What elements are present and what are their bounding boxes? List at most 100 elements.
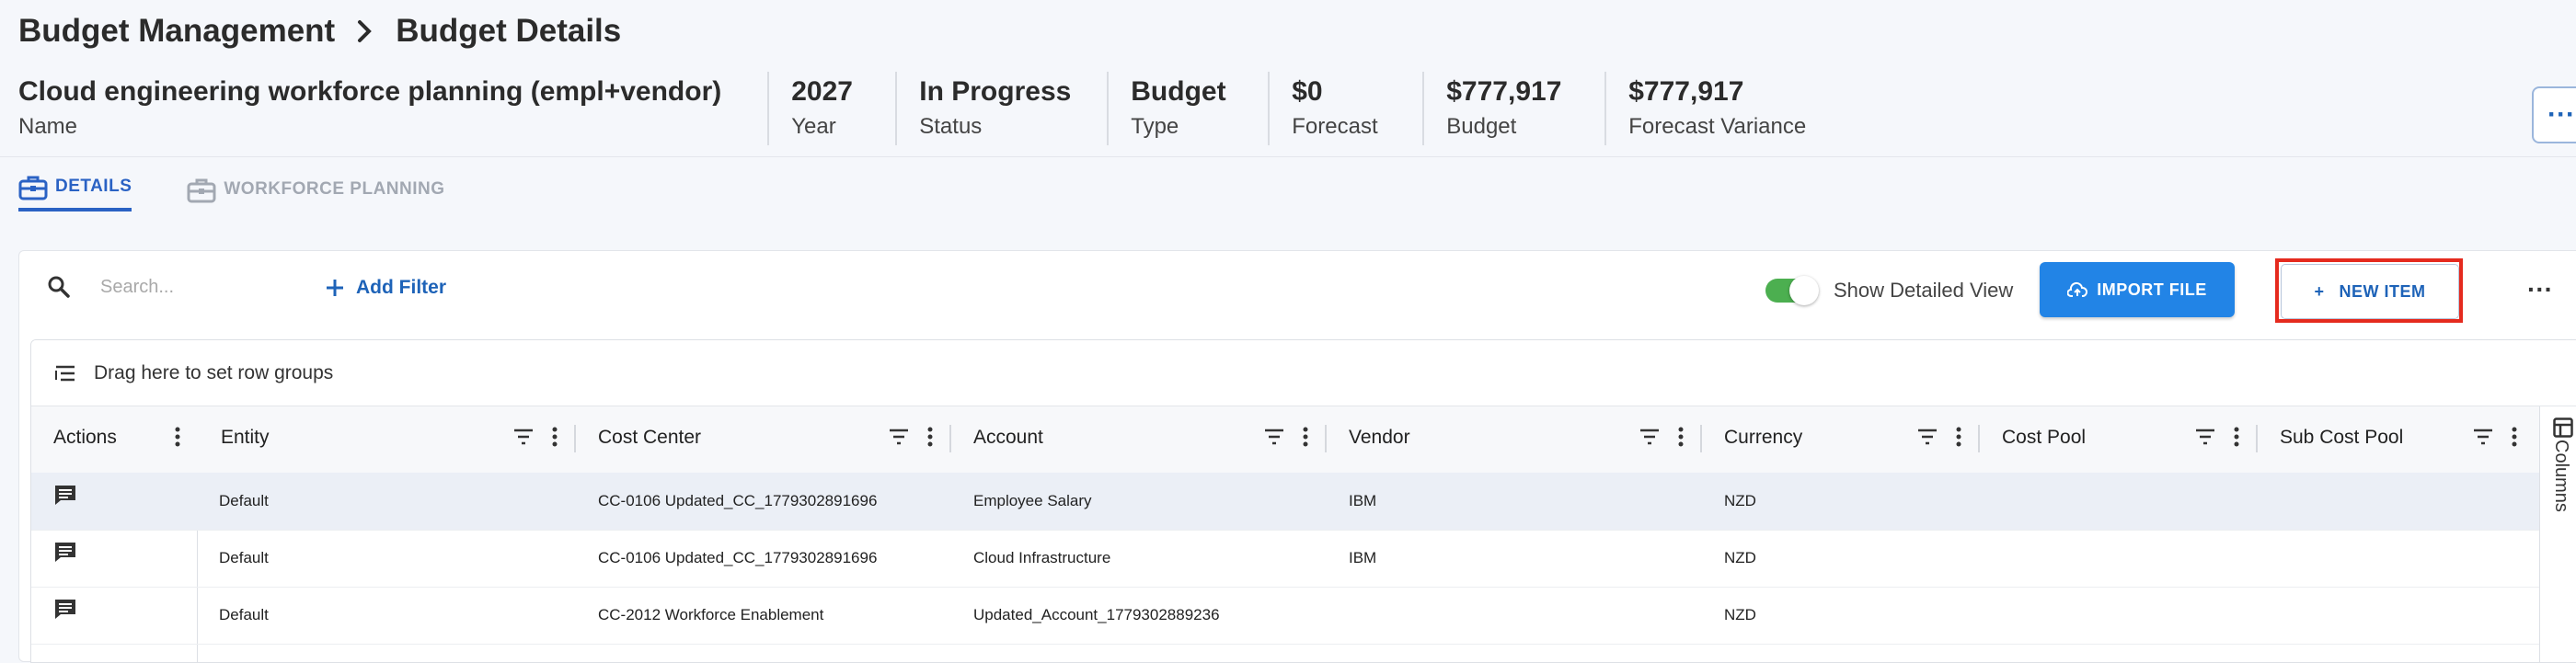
- more-options-button[interactable]: ···: [2522, 271, 2559, 308]
- cell-cost-center: CC-0106 Updated_CC_1779302891696: [598, 492, 878, 509]
- comment-icon[interactable]: [53, 484, 77, 510]
- row-group-icon: [55, 365, 75, 381]
- summary-label: Year: [791, 114, 836, 139]
- summary-year: 2027 Year: [767, 72, 895, 145]
- toggle-knob: [1789, 276, 1819, 305]
- column-menu-icon[interactable]: [927, 427, 933, 452]
- column-name: Sub Cost Pool: [2280, 427, 2404, 448]
- new-item-label: NEW ITEM: [2339, 281, 2426, 301]
- summary-value: 2027: [791, 76, 853, 107]
- tab-label: DETAILS: [55, 177, 132, 196]
- cell-vendor: IBM: [1349, 492, 1377, 509]
- tab-label: WORKFORCE PLANNING: [224, 179, 445, 199]
- summary-value: $777,917: [1446, 76, 1562, 107]
- cell-cost-center: CC-0106 Updated_CC_1779302891696: [598, 549, 878, 566]
- chevron-right-icon: [355, 19, 375, 43]
- summary-value: $0: [1292, 76, 1323, 107]
- filter-icon[interactable]: [1639, 429, 1660, 451]
- table-row[interactable]: Default CC-0106 Updated_CC_1779302891696…: [31, 473, 2576, 531]
- summary-value: In Progress: [919, 76, 1072, 107]
- more-horizontal-icon: ···: [2547, 99, 2575, 130]
- column-header-cost-center[interactable]: Cost Center: [576, 406, 949, 473]
- toggle-label: Show Detailed View: [1834, 279, 2014, 302]
- column-menu-icon[interactable]: [2234, 427, 2239, 452]
- filter-icon[interactable]: [889, 429, 909, 451]
- data-grid: Drag here to set row groups Actions Enti…: [30, 339, 2576, 663]
- column-header-actions[interactable]: Actions: [31, 406, 197, 473]
- column-header-account[interactable]: Account: [951, 406, 1325, 473]
- column-name: Actions: [53, 427, 117, 448]
- cell-account: Employee Salary: [973, 492, 1092, 509]
- cell-currency: NZD: [1724, 492, 1756, 509]
- summary-value: Budget: [1131, 76, 1226, 107]
- breadcrumb: Budget Management Budget Details: [18, 13, 621, 50]
- cell-account: Updated_Account_1779302889236: [973, 606, 1220, 623]
- briefcase-icon: [187, 178, 216, 203]
- column-menu-icon[interactable]: [1303, 427, 1308, 452]
- cell-currency: NZD: [1724, 606, 1756, 623]
- row-group-hint: Drag here to set row groups: [94, 361, 334, 383]
- column-header-entity[interactable]: Entity: [199, 406, 574, 473]
- breadcrumb-current: Budget Details: [396, 13, 622, 49]
- column-menu-icon[interactable]: [175, 427, 180, 452]
- detailed-view-toggle[interactable]: Show Detailed View: [1765, 276, 2014, 305]
- columns-side-panel-tab[interactable]: Columns: [2539, 406, 2576, 662]
- tab-details[interactable]: DETAILS: [18, 171, 132, 211]
- search-input[interactable]: [98, 275, 305, 299]
- comment-icon[interactable]: [53, 598, 77, 624]
- summary-value: Cloud engineering workforce planning (em…: [18, 76, 722, 107]
- summary-label: Forecast Variance: [1628, 114, 1807, 139]
- column-menu-icon[interactable]: [552, 427, 558, 452]
- filter-icon[interactable]: [513, 429, 534, 451]
- breadcrumb-parent[interactable]: Budget Management: [18, 13, 335, 50]
- filter-icon[interactable]: [1917, 429, 1938, 451]
- summary-value: $777,917: [1628, 76, 1744, 107]
- import-file-label: IMPORT FILE: [2097, 280, 2207, 299]
- columns-label: Columns: [2551, 440, 2571, 512]
- column-header-sub-cost-pool[interactable]: Sub Cost Pool: [2258, 406, 2534, 473]
- cell-vendor: IBM: [1349, 549, 1377, 566]
- search-icon: [48, 276, 70, 298]
- add-filter-button[interactable]: Add Filter: [325, 277, 446, 299]
- cell-entity: Default: [219, 492, 269, 509]
- row-group-drop-zone[interactable]: Drag here to set row groups: [31, 340, 2576, 406]
- header-more-button[interactable]: ···: [2532, 86, 2576, 143]
- cell-cost-center: CC-2012 Workforce Enablement: [598, 606, 824, 623]
- import-file-button[interactable]: IMPORT FILE: [2040, 262, 2235, 317]
- column-menu-icon[interactable]: [1678, 427, 1684, 452]
- summary-status: In Progress Status: [895, 72, 1107, 145]
- cell-entity: Default: [219, 606, 269, 623]
- more-horizontal-icon: ···: [2527, 275, 2553, 303]
- column-menu-icon[interactable]: [2512, 427, 2517, 452]
- summary-label: Type: [1131, 114, 1179, 139]
- grid-toolbar: Add Filter Show Detailed View IMPORT FIL…: [19, 251, 2576, 339]
- new-item-button[interactable]: + NEW ITEM: [2281, 264, 2459, 319]
- comment-icon[interactable]: [53, 541, 77, 567]
- search-box: [47, 275, 305, 299]
- add-filter-label: Add Filter: [356, 277, 446, 298]
- filter-icon[interactable]: [2473, 429, 2493, 451]
- summary-label: Status: [919, 114, 983, 139]
- column-menu-icon[interactable]: [1956, 427, 1961, 452]
- budget-summary: Cloud engineering workforce planning (em…: [18, 72, 1828, 145]
- filter-icon[interactable]: [1264, 429, 1284, 451]
- summary-label: Name: [18, 114, 78, 139]
- tab-workforce-planning[interactable]: WORKFORCE PLANNING: [187, 171, 444, 208]
- table-row[interactable]: Default CC-0106 Updated_CC_1779302891696…: [31, 530, 2576, 588]
- column-name: Vendor: [1349, 427, 1410, 448]
- summary-name: Cloud engineering workforce planning (em…: [18, 72, 767, 145]
- column-header-cost-pool[interactable]: Cost Pool: [1980, 406, 2256, 473]
- page-header: Budget Management Budget Details Cloud e…: [0, 0, 2576, 157]
- summary-label: Budget: [1446, 114, 1517, 139]
- cell-currency: NZD: [1724, 549, 1756, 566]
- table-row[interactable]: Default CC-2012 Workforce Enablement Upd…: [31, 587, 2576, 645]
- column-name: Cost Center: [598, 427, 702, 448]
- briefcase-icon: [18, 176, 48, 200]
- plus-icon: +: [2314, 281, 2325, 301]
- toggle-switch[interactable]: [1765, 276, 1819, 305]
- column-header-vendor[interactable]: Vendor: [1327, 406, 1700, 473]
- column-header-currency[interactable]: Currency: [1702, 406, 1978, 473]
- tab-bar: DETAILS WORKFORCE PLANNING: [18, 171, 500, 211]
- column-name: Currency: [1724, 427, 1803, 448]
- filter-icon[interactable]: [2195, 429, 2215, 451]
